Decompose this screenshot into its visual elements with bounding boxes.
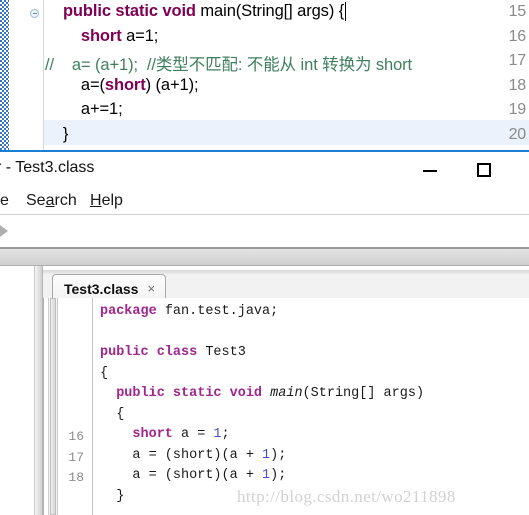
line-number: 17 [508, 52, 527, 69]
code-token: short [80, 26, 127, 45]
code-token: main(String[] args) { [200, 2, 345, 20]
menu-item-help[interactable]: Help [90, 192, 123, 210]
code-line[interactable]: public static void main(String[] args) { [45, 2, 344, 21]
code-token: package [100, 304, 165, 319]
workbench-body: Test3.class × package fan.test.java; publ… [0, 266, 529, 515]
code-token: // a= (a+1); //类型不匹配: 不能从 int 转换为 short [45, 56, 413, 74]
line-number: 15 [508, 3, 527, 20]
code-token: a = (short)(a + [100, 468, 263, 483]
editor-tabstrip[interactable]: Test3.class × [43, 270, 529, 302]
line-number-gutter [9, 0, 39, 152]
window-titlebar[interactable]: r - Test3.class [0, 152, 529, 188]
code-line[interactable]: public class Test3 [100, 345, 246, 360]
code-line[interactable]: } [45, 124, 69, 144]
eclipse-window: r - Test3.class e Search Help Test3.class … [0, 152, 529, 515]
code-line[interactable]: a = (short)(a + 1); [100, 448, 286, 463]
toolbar[interactable] [0, 215, 529, 248]
code-line[interactable]: { [100, 366, 108, 381]
code-line[interactable]: { [100, 407, 124, 422]
code-line[interactable]: } [100, 489, 124, 504]
code-line[interactable]: a+=1; [45, 100, 123, 119]
editor-area: Test3.class × package fan.test.java; publ… [43, 266, 529, 515]
code-line[interactable]: a=(short) (a+1); [45, 76, 199, 95]
code-token: { [100, 406, 125, 422]
gutter-separator [43, 0, 44, 152]
maximize-button[interactable] [466, 152, 512, 188]
code-line[interactable]: public static void main(String[] args) [100, 386, 424, 401]
code-token: main [270, 386, 303, 401]
line-number: 18 [68, 470, 84, 485]
code-token: ); [270, 468, 287, 483]
top-source-editor[interactable]: 15 public static void main(String[] args… [0, 0, 529, 152]
code-token: ; [221, 427, 230, 442]
annotation-ruler[interactable] [0, 0, 9, 152]
code-token: 1 [262, 447, 271, 463]
code-token: public static void [62, 2, 201, 20]
left-view-panel[interactable] [0, 266, 35, 515]
code-line[interactable]: package fan.test.java; [100, 304, 278, 319]
window-title: r - Test3.class [0, 159, 95, 176]
panel-sash[interactable] [35, 266, 43, 515]
text-caret [345, 2, 346, 21]
menu-item-e[interactable]: e [0, 192, 9, 210]
decompiled-code-view[interactable]: package fan.test.java; public class Test3… [43, 298, 529, 515]
code-token: ); [270, 447, 287, 463]
code-token: ) (a+1); [145, 75, 199, 94]
code-line[interactable]: // a= (a+1); //类型不匹配: 不能从 int 转换为 short [45, 51, 412, 75]
code-token: } [100, 488, 125, 504]
code-token: fan.test.java; [164, 304, 279, 319]
code-token: public static void [116, 386, 271, 401]
tab-label: Test3.class [64, 280, 139, 297]
lower-gutter-separator [92, 298, 93, 515]
code-token: a = [181, 427, 214, 442]
code-token: { [100, 365, 109, 381]
line-number: 19 [508, 101, 527, 118]
code-token: short [132, 427, 182, 442]
line-number: 16 [508, 27, 527, 45]
close-icon[interactable]: × [147, 282, 155, 295]
code-token: public class [100, 345, 206, 360]
code-token: short [104, 75, 146, 94]
current-line-highlight [44, 120, 529, 145]
code-token: (String[] args) [302, 386, 425, 401]
code-line[interactable]: short a = 1; [100, 427, 230, 442]
line-number: 17 [68, 449, 84, 465]
line-number: 20 [508, 125, 527, 143]
code-token: a=1; [126, 26, 159, 45]
fold-collapse-icon[interactable] [30, 9, 39, 18]
line-number: 16 [68, 429, 84, 444]
menu-item-search[interactable]: Search [26, 192, 77, 210]
perspective-band [0, 249, 529, 265]
code-line[interactable]: a = (short)(a + 1); [100, 468, 286, 483]
menu-bar[interactable]: e Search Help [0, 188, 529, 215]
line-number: 18 [508, 76, 527, 94]
code-token: } [45, 124, 69, 143]
code-token: a+=1; [45, 100, 123, 118]
minimize-button[interactable] [412, 152, 458, 188]
code-token: 1 [213, 427, 222, 442]
code-token: Test3 [205, 345, 246, 360]
code-line[interactable]: short a=1; [45, 26, 159, 46]
maximize-icon [477, 163, 491, 177]
minimize-icon [423, 170, 437, 172]
toolbar-expand-arrow-icon[interactable] [0, 225, 8, 237]
code-token: a = (short)(a + [100, 447, 263, 463]
code-token: 1 [262, 468, 271, 483]
code-token: a=( [45, 75, 105, 94]
